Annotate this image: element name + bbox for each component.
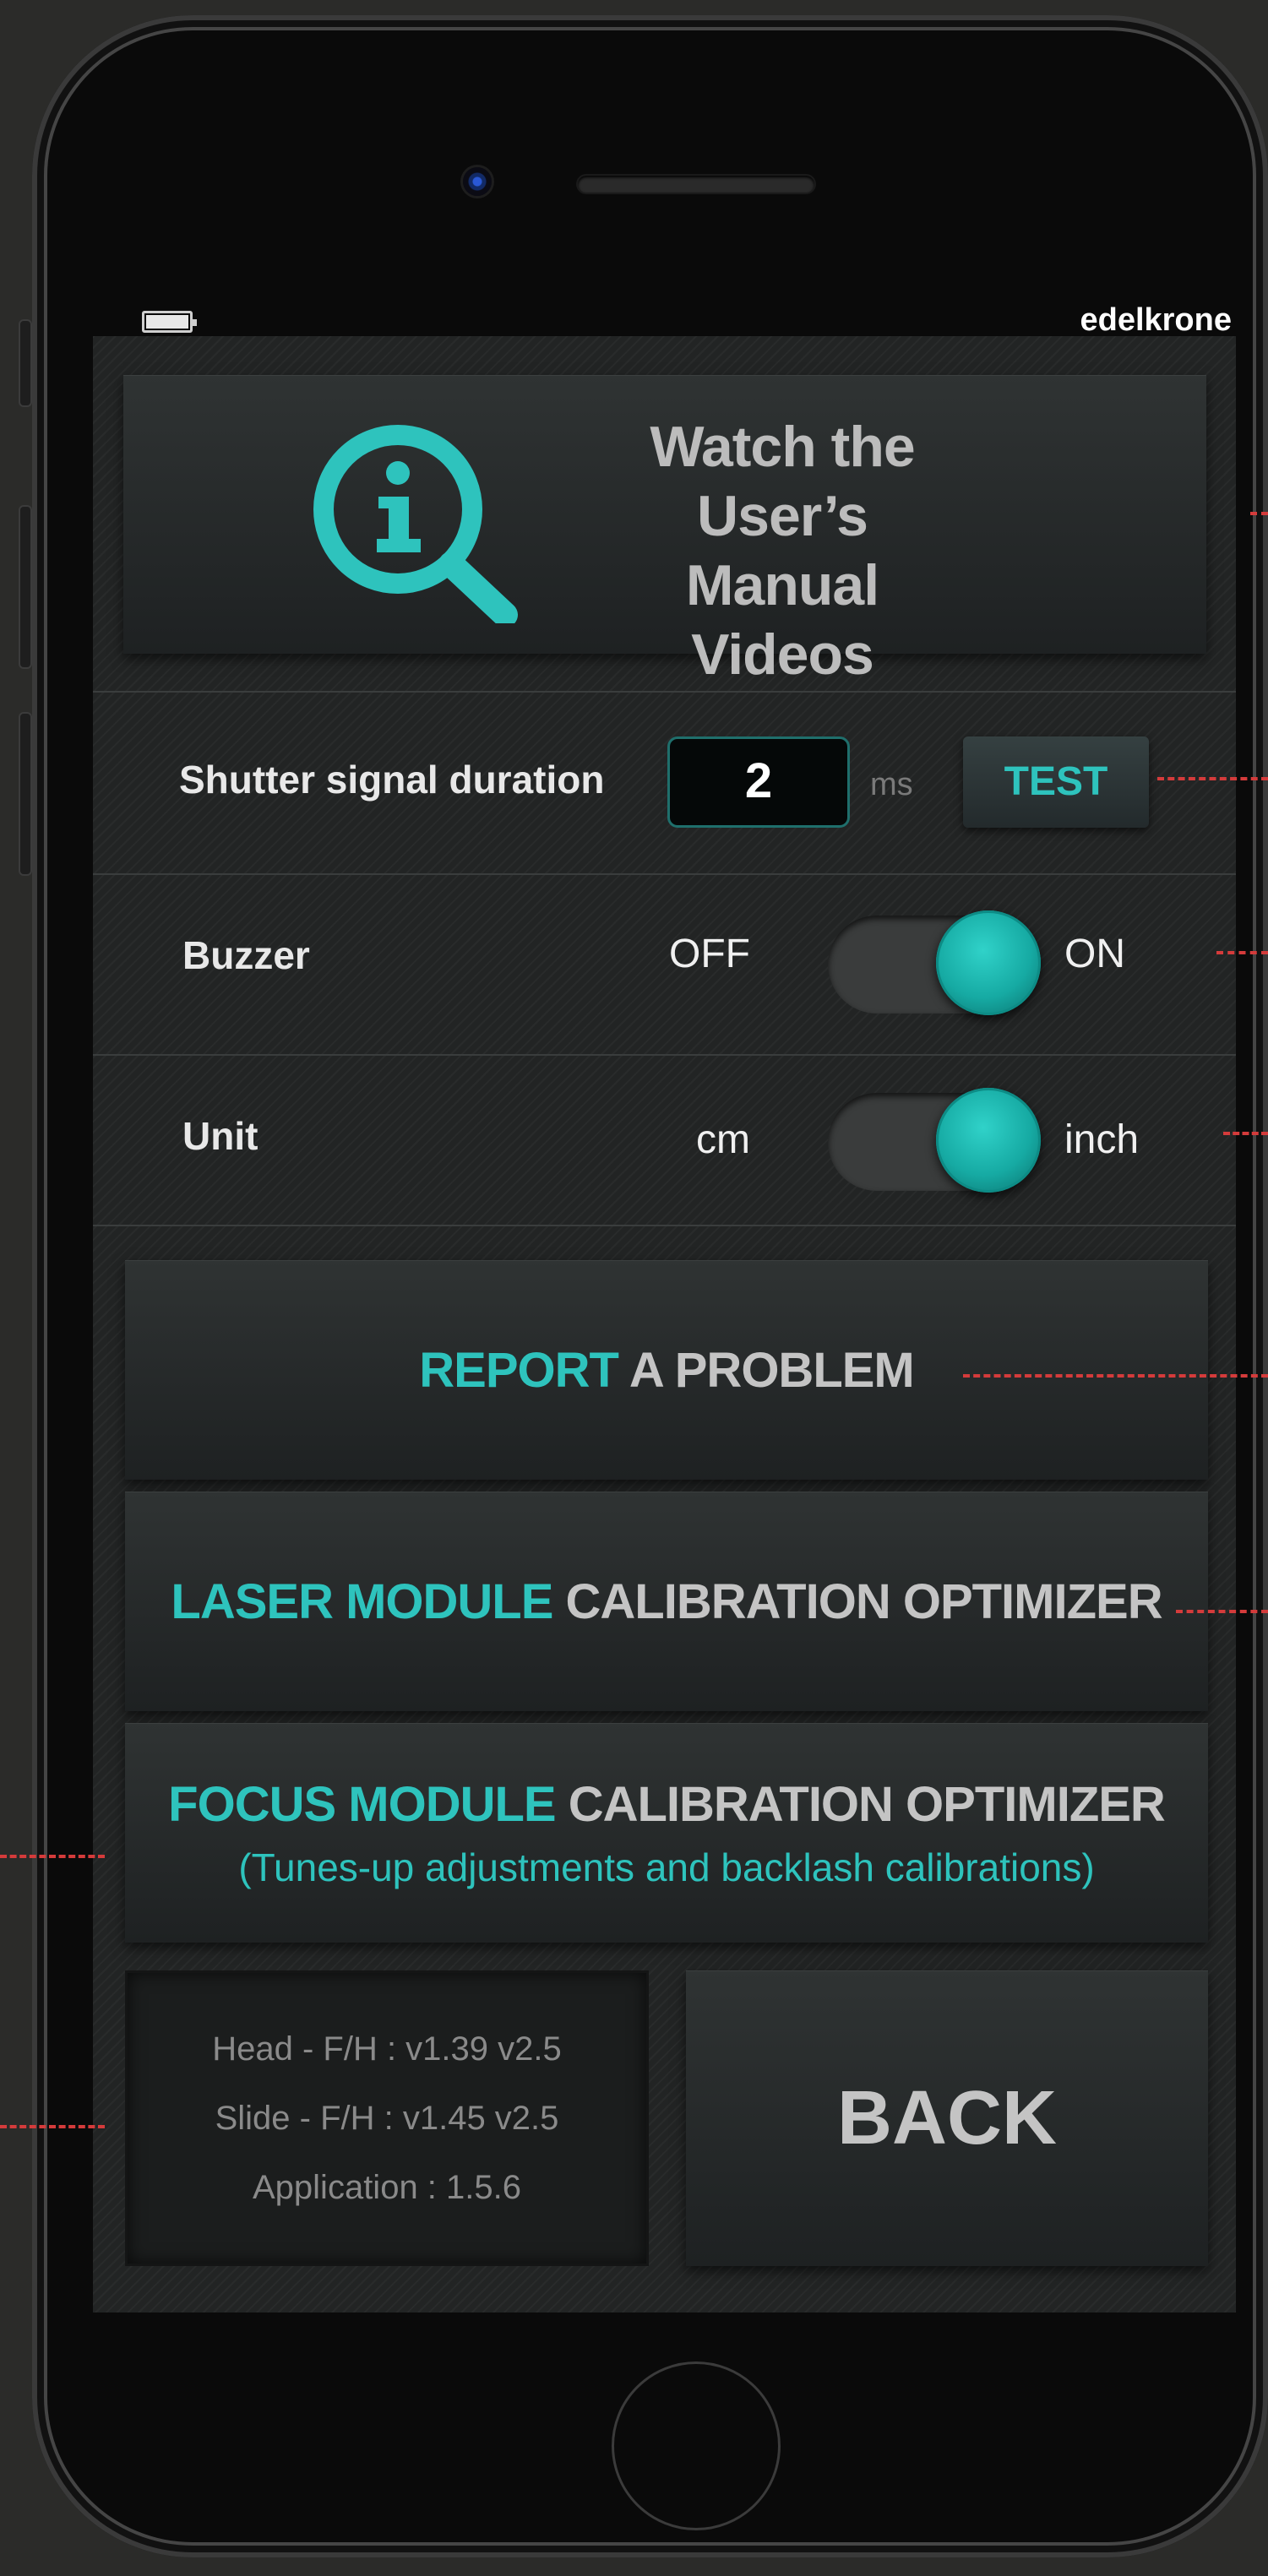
annotation-line-shutter [1157, 777, 1268, 780]
unit-toggle-knob[interactable] [936, 1088, 1041, 1193]
shutter-duration-unit: ms [870, 767, 913, 802]
manual-line-1: Watch the [650, 415, 915, 479]
manual-line-3: Videos [691, 622, 874, 687]
buzzer-label: Buzzer [182, 933, 310, 977]
home-button[interactable] [612, 2361, 781, 2530]
shutter-duration-label: Shutter signal duration [179, 758, 605, 802]
report-problem-label: REPORT A PROBLEM [419, 1342, 914, 1399]
laser-calibration-label: LASER MODULE CALIBRATION OPTIMIZER [171, 1573, 1162, 1630]
buzzer-on-label: ON [1064, 932, 1125, 976]
earpiece-speaker [578, 176, 814, 193]
report-accent: REPORT [419, 1342, 619, 1398]
manual-videos-button[interactable]: Watch the User’s Manual Videos [123, 375, 1206, 687]
annotation-line-buzzer [1216, 951, 1268, 954]
laser-accent: LASER MODULE [171, 1573, 553, 1629]
annotation-line-report [963, 1374, 1268, 1378]
focus-accent: FOCUS MODULE [168, 1776, 556, 1832]
focus-calibration-button[interactable]: FOCUS MODULE CALIBRATION OPTIMIZER (Tune… [125, 1723, 1208, 1943]
unit-inch-label: inch [1064, 1117, 1140, 1162]
volume-down-button [20, 714, 30, 874]
annotation-line-version [0, 2125, 105, 2128]
manual-videos-label: Watch the User’s Manual Videos [596, 412, 968, 689]
annotation-line-manual [1250, 512, 1268, 515]
annotation-line-laser [1176, 1610, 1268, 1613]
brand-label: edelkrone [1080, 302, 1232, 338]
unit-row: Unit cm inch [93, 1054, 1236, 1226]
mute-switch [20, 321, 30, 405]
buzzer-row: Buzzer OFF ON [93, 873, 1236, 1054]
settings-screen: Watch the User’s Manual Videos Shutter s… [93, 336, 1236, 2312]
laser-calibration-button[interactable]: LASER MODULE CALIBRATION OPTIMIZER [125, 1492, 1208, 1711]
back-button[interactable]: BACK [686, 1970, 1208, 2266]
focus-calibration-subtitle: (Tunes-up adjustments and backlash calib… [238, 1845, 1095, 1889]
info-magnifier-icon [313, 425, 518, 623]
version-info: Head - F/H : v1.39 v2.5 Slide - F/H : v1… [125, 1970, 649, 2266]
laser-rest: CALIBRATION OPTIMIZER [552, 1573, 1163, 1629]
test-button[interactable]: TEST [963, 736, 1149, 828]
focus-rest: CALIBRATION OPTIMIZER [555, 1776, 1166, 1832]
focus-calibration-label: FOCUS MODULE CALIBRATION OPTIMIZER [168, 1776, 1166, 1833]
shutter-duration-input[interactable]: 2 [667, 736, 850, 828]
head-version: Head - F/H : v1.39 v2.5 [212, 2030, 562, 2068]
annotation-line-unit [1223, 1132, 1268, 1135]
buzzer-toggle[interactable] [828, 910, 1041, 1015]
buzzer-off-label: OFF [669, 932, 750, 976]
buzzer-toggle-knob[interactable] [936, 910, 1041, 1015]
slide-version: Slide - F/H : v1.45 v2.5 [215, 2100, 559, 2137]
volume-up-button [20, 507, 30, 667]
annotation-line-focus [0, 1855, 105, 1858]
unit-toggle[interactable] [828, 1088, 1041, 1193]
report-rest: A PROBLEM [618, 1342, 915, 1398]
shutter-duration-row: Shutter signal duration 2 ms TEST [93, 691, 1236, 872]
manual-line-2: User’s Manual [685, 484, 879, 617]
unit-cm-label: cm [696, 1117, 750, 1162]
report-problem-button[interactable]: REPORT A PROBLEM [125, 1260, 1208, 1480]
front-camera [463, 167, 492, 196]
unit-label: Unit [182, 1114, 258, 1158]
application-version: Application : 1.5.6 [253, 2169, 521, 2206]
battery-icon [142, 311, 197, 333]
